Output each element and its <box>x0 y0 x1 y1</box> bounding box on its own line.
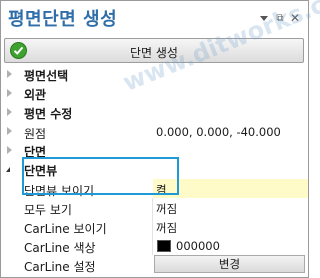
category-label: 단면 <box>24 145 47 159</box>
expand-arrow-icon[interactable] <box>7 108 12 116</box>
property-row-show-all[interactable]: 모두 보기 꺼짐 <box>1 198 308 217</box>
panel-title: 평면단면 생성 <box>8 9 118 30</box>
float-window-icon[interactable]: ⧉ <box>273 11 287 25</box>
category-label: 단면뷰 <box>24 164 58 178</box>
origin-value[interactable]: 0.000, 0.000, -40.000 <box>156 125 281 139</box>
category-exterior[interactable]: 외관 <box>1 84 308 103</box>
create-section-label: 단면 생성 <box>130 46 178 60</box>
panel-title-bar: 평면단면 생성 ⧉ ✕ <box>1 1 308 37</box>
column-divider <box>152 198 153 255</box>
property-value[interactable]: 000000 <box>176 239 220 253</box>
property-row-carline-settings[interactable]: CarLine 설정 변경 <box>1 255 308 274</box>
expand-arrow-icon[interactable] <box>7 127 12 135</box>
property-row-section-view-show[interactable]: 단면뷰 보이기 켬 <box>1 179 308 198</box>
property-name: CarLine 색상 <box>24 241 96 255</box>
category-label: 평면 수정 <box>24 107 73 121</box>
property-row-carline-show[interactable]: CarLine 보이기 꺼짐 <box>1 217 308 236</box>
close-icon[interactable]: ✕ <box>288 11 302 25</box>
expand-arrow-icon[interactable] <box>7 70 12 78</box>
category-section[interactable]: 단면 <box>1 141 308 160</box>
category-plan-select[interactable]: 평면선택 <box>1 65 308 84</box>
panel-menu-button[interactable] <box>257 11 271 25</box>
property-value[interactable]: 꺼짐 <box>156 220 177 236</box>
property-name: 단면뷰 보이기 <box>24 184 95 198</box>
color-swatch[interactable] <box>157 240 171 252</box>
property-row-carline-color[interactable]: CarLine 색상 000000 <box>1 236 308 255</box>
create-section-button[interactable]: 단면 생성 <box>4 38 304 63</box>
chevron-down-icon <box>260 15 268 21</box>
collapse-arrow-icon[interactable] <box>6 167 10 172</box>
property-name: CarLine 설정 <box>24 260 96 274</box>
property-value[interactable]: 켬 <box>156 182 167 198</box>
category-plan-edit[interactable]: 평면 수정 <box>1 103 308 122</box>
expand-arrow-icon[interactable] <box>7 89 12 97</box>
value-highlight <box>153 179 308 198</box>
property-value[interactable]: 꺼짐 <box>156 201 177 217</box>
section-panel: 평면단면 생성 ⧉ ✕ 단면 생성 평면선택 외관 평면 수정 원점 0.000… <box>0 0 320 278</box>
property-name: CarLine 보이기 <box>24 222 107 236</box>
change-button[interactable]: 변경 <box>154 255 305 273</box>
category-section-view[interactable]: 단면뷰 <box>1 160 308 179</box>
expand-arrow-icon[interactable] <box>7 146 12 154</box>
category-label: 외관 <box>24 88 47 102</box>
category-label: 평면선택 <box>24 69 69 83</box>
property-name: 모두 보기 <box>24 203 72 217</box>
category-origin[interactable]: 원점 0.000, 0.000, -40.000 <box>1 122 308 141</box>
category-label: 원점 <box>24 127 47 141</box>
